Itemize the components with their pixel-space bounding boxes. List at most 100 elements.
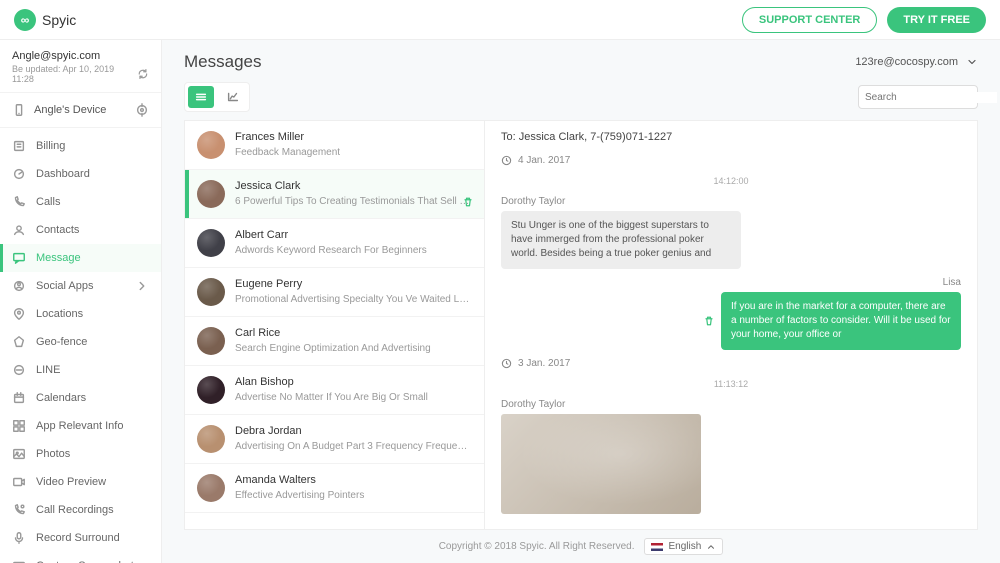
thread-item[interactable]: Alan BishopAdvertise No Matter If You Ar… — [185, 366, 484, 415]
list-icon — [194, 90, 208, 104]
avatar — [197, 180, 225, 208]
thread-name: Carl Rice — [235, 327, 472, 339]
support-center-button[interactable]: SUPPORT CENTER — [742, 7, 877, 33]
trash-icon[interactable] — [703, 315, 715, 327]
sidebar-item-label: Billing — [36, 140, 65, 152]
video-icon — [12, 475, 26, 489]
contacts-icon — [12, 223, 26, 237]
sidebar-item-calendars[interactable]: Calendars — [0, 384, 161, 412]
thread-name: Albert Carr — [235, 229, 472, 241]
avatar — [197, 425, 225, 453]
capture-icon — [12, 559, 26, 563]
sidebar-item-app-relevant-info[interactable]: App Relevant Info — [0, 412, 161, 440]
target-account-dropdown[interactable]: 123re@cocospy.com — [855, 56, 978, 68]
mic-icon — [12, 531, 26, 545]
sidebar-item-social-apps[interactable]: Social Apps — [0, 272, 161, 300]
message-sender: Dorothy Taylor — [501, 399, 961, 410]
main-panel: Messages 123re@cocospy.com Frances Mille… — [162, 40, 1000, 563]
message-image[interactable] — [501, 414, 701, 514]
thread-preview: Advertising On A Budget Part 3 Frequency… — [235, 440, 472, 453]
clock-icon — [501, 155, 512, 166]
device-name: Angle's Device — [34, 104, 106, 116]
page-title: Messages — [184, 52, 261, 72]
thread-preview: Search Engine Optimization And Advertisi… — [235, 342, 472, 355]
sidebar-item-record-surround[interactable]: Record Surround — [0, 524, 161, 552]
thread-item[interactable]: Jessica Clark6 Powerful Tips To Creating… — [185, 170, 484, 219]
sidebar-item-label: Photos — [36, 448, 70, 460]
sidebar-item-label: Locations — [36, 308, 83, 320]
sidebar-item-contacts[interactable]: Contacts — [0, 216, 161, 244]
message-bubble: Stu Unger is one of the biggest supersta… — [501, 211, 741, 269]
sidebar-item-capture-screenshots[interactable]: Capture Screenshots — [0, 552, 161, 563]
time-label: 11:13:12 — [501, 379, 961, 389]
thread-preview: Effective Advertising Pointers — [235, 489, 472, 502]
sidebar: Angle@spyic.com Be updated: Apr 10, 2019… — [0, 40, 162, 563]
thread-item[interactable]: Albert Carr Adwords Keyword Research For … — [185, 219, 484, 268]
thread-item[interactable]: Amanda Walters Effective Advertising Poin… — [185, 464, 484, 513]
brand-name: Spyic — [42, 12, 76, 28]
sidebar-item-video-preview[interactable]: Video Preview — [0, 468, 161, 496]
thread-name: Debra Jordan — [235, 425, 472, 437]
thread-item[interactable]: Debra Jordan Advertising On A Budget Part… — [185, 415, 484, 464]
thread-name: Alan Bishop — [235, 376, 472, 388]
search-box[interactable] — [858, 85, 978, 109]
sidebar-item-label: Call Recordings — [36, 504, 114, 516]
sidebar-item-calls[interactable]: Calls — [0, 188, 161, 216]
sidebar-item-dashboard[interactable]: Dashboard — [0, 160, 161, 188]
sidebar-item-billing[interactable]: Billing — [0, 132, 161, 160]
device-selector[interactable]: Angle's Device — [0, 92, 161, 128]
last-updated-label: Be updated: Apr 10, 2019 11:28 — [12, 64, 137, 84]
avatar — [197, 327, 225, 355]
language-label: English — [668, 541, 701, 552]
sidebar-item-call-recordings[interactable]: Call Recordings — [0, 496, 161, 524]
apps-icon — [12, 419, 26, 433]
chart-view-toggle[interactable] — [220, 86, 246, 108]
sidebar-item-photos[interactable]: Photos — [0, 440, 161, 468]
date-separator: 3 Jan. 2017 — [501, 358, 961, 369]
sidebar-item-geo-fence[interactable]: Geo-fence — [0, 328, 161, 356]
avatar — [197, 229, 225, 257]
account-block: Angle@spyic.com Be updated: Apr 10, 2019… — [0, 40, 161, 92]
thread-preview: Promotional Advertising Specialty You Ve… — [235, 293, 472, 306]
view-toggle — [184, 82, 250, 112]
photos-icon — [12, 447, 26, 461]
sidebar-item-label: Contacts — [36, 224, 79, 236]
calendar-icon — [12, 391, 26, 405]
chevron-up-icon — [706, 542, 716, 552]
trash-icon[interactable] — [462, 196, 474, 208]
language-selector[interactable]: English — [644, 538, 723, 555]
account-email: Angle@spyic.com — [12, 50, 149, 62]
message-sender: Lisa — [501, 277, 961, 288]
device-icon — [12, 103, 26, 117]
sidebar-item-label: Social Apps — [36, 280, 93, 292]
avatar — [197, 376, 225, 404]
try-free-button[interactable]: TRY IT FREE — [887, 7, 986, 33]
list-view-toggle[interactable] — [188, 86, 214, 108]
line-icon — [12, 363, 26, 377]
thread-item[interactable]: Eugene PerryPromotional Advertising Spec… — [185, 268, 484, 317]
brand-logo-icon: ∞ — [14, 9, 36, 31]
dashboard-icon — [12, 167, 26, 181]
time-label: 14:12:00 — [501, 176, 961, 186]
thread-name: Amanda Walters — [235, 474, 472, 486]
sidebar-item-line[interactable]: LINE — [0, 356, 161, 384]
flag-icon — [651, 543, 663, 551]
sidebar-item-label: Video Preview — [36, 476, 106, 488]
sidebar-item-label: Calendars — [36, 392, 86, 404]
sidebar-item-label: Calls — [36, 196, 60, 208]
nav-list: Billing Dashboard Calls Contacts Message Soci… — [0, 128, 161, 563]
thread-preview: Adwords Keyword Research For Beginners — [235, 244, 472, 257]
thread-preview: Feedback Management — [235, 146, 472, 159]
thread-item[interactable]: Frances MillerFeedback Management — [185, 121, 484, 170]
sidebar-item-message[interactable]: Message — [0, 244, 161, 272]
locations-icon — [12, 307, 26, 321]
thread-list: Frances MillerFeedback ManagementJessica… — [184, 120, 484, 530]
sidebar-item-label: LINE — [36, 364, 60, 376]
sidebar-item-locations[interactable]: Locations — [0, 300, 161, 328]
topbar: ∞ Spyic SUPPORT CENTER TRY IT FREE — [0, 0, 1000, 40]
thread-item[interactable]: Carl Rice Search Engine Optimization And … — [185, 317, 484, 366]
avatar — [197, 278, 225, 306]
brand-logo[interactable]: ∞ Spyic — [14, 9, 76, 31]
refresh-icon[interactable] — [137, 68, 149, 80]
search-input[interactable] — [865, 92, 997, 103]
